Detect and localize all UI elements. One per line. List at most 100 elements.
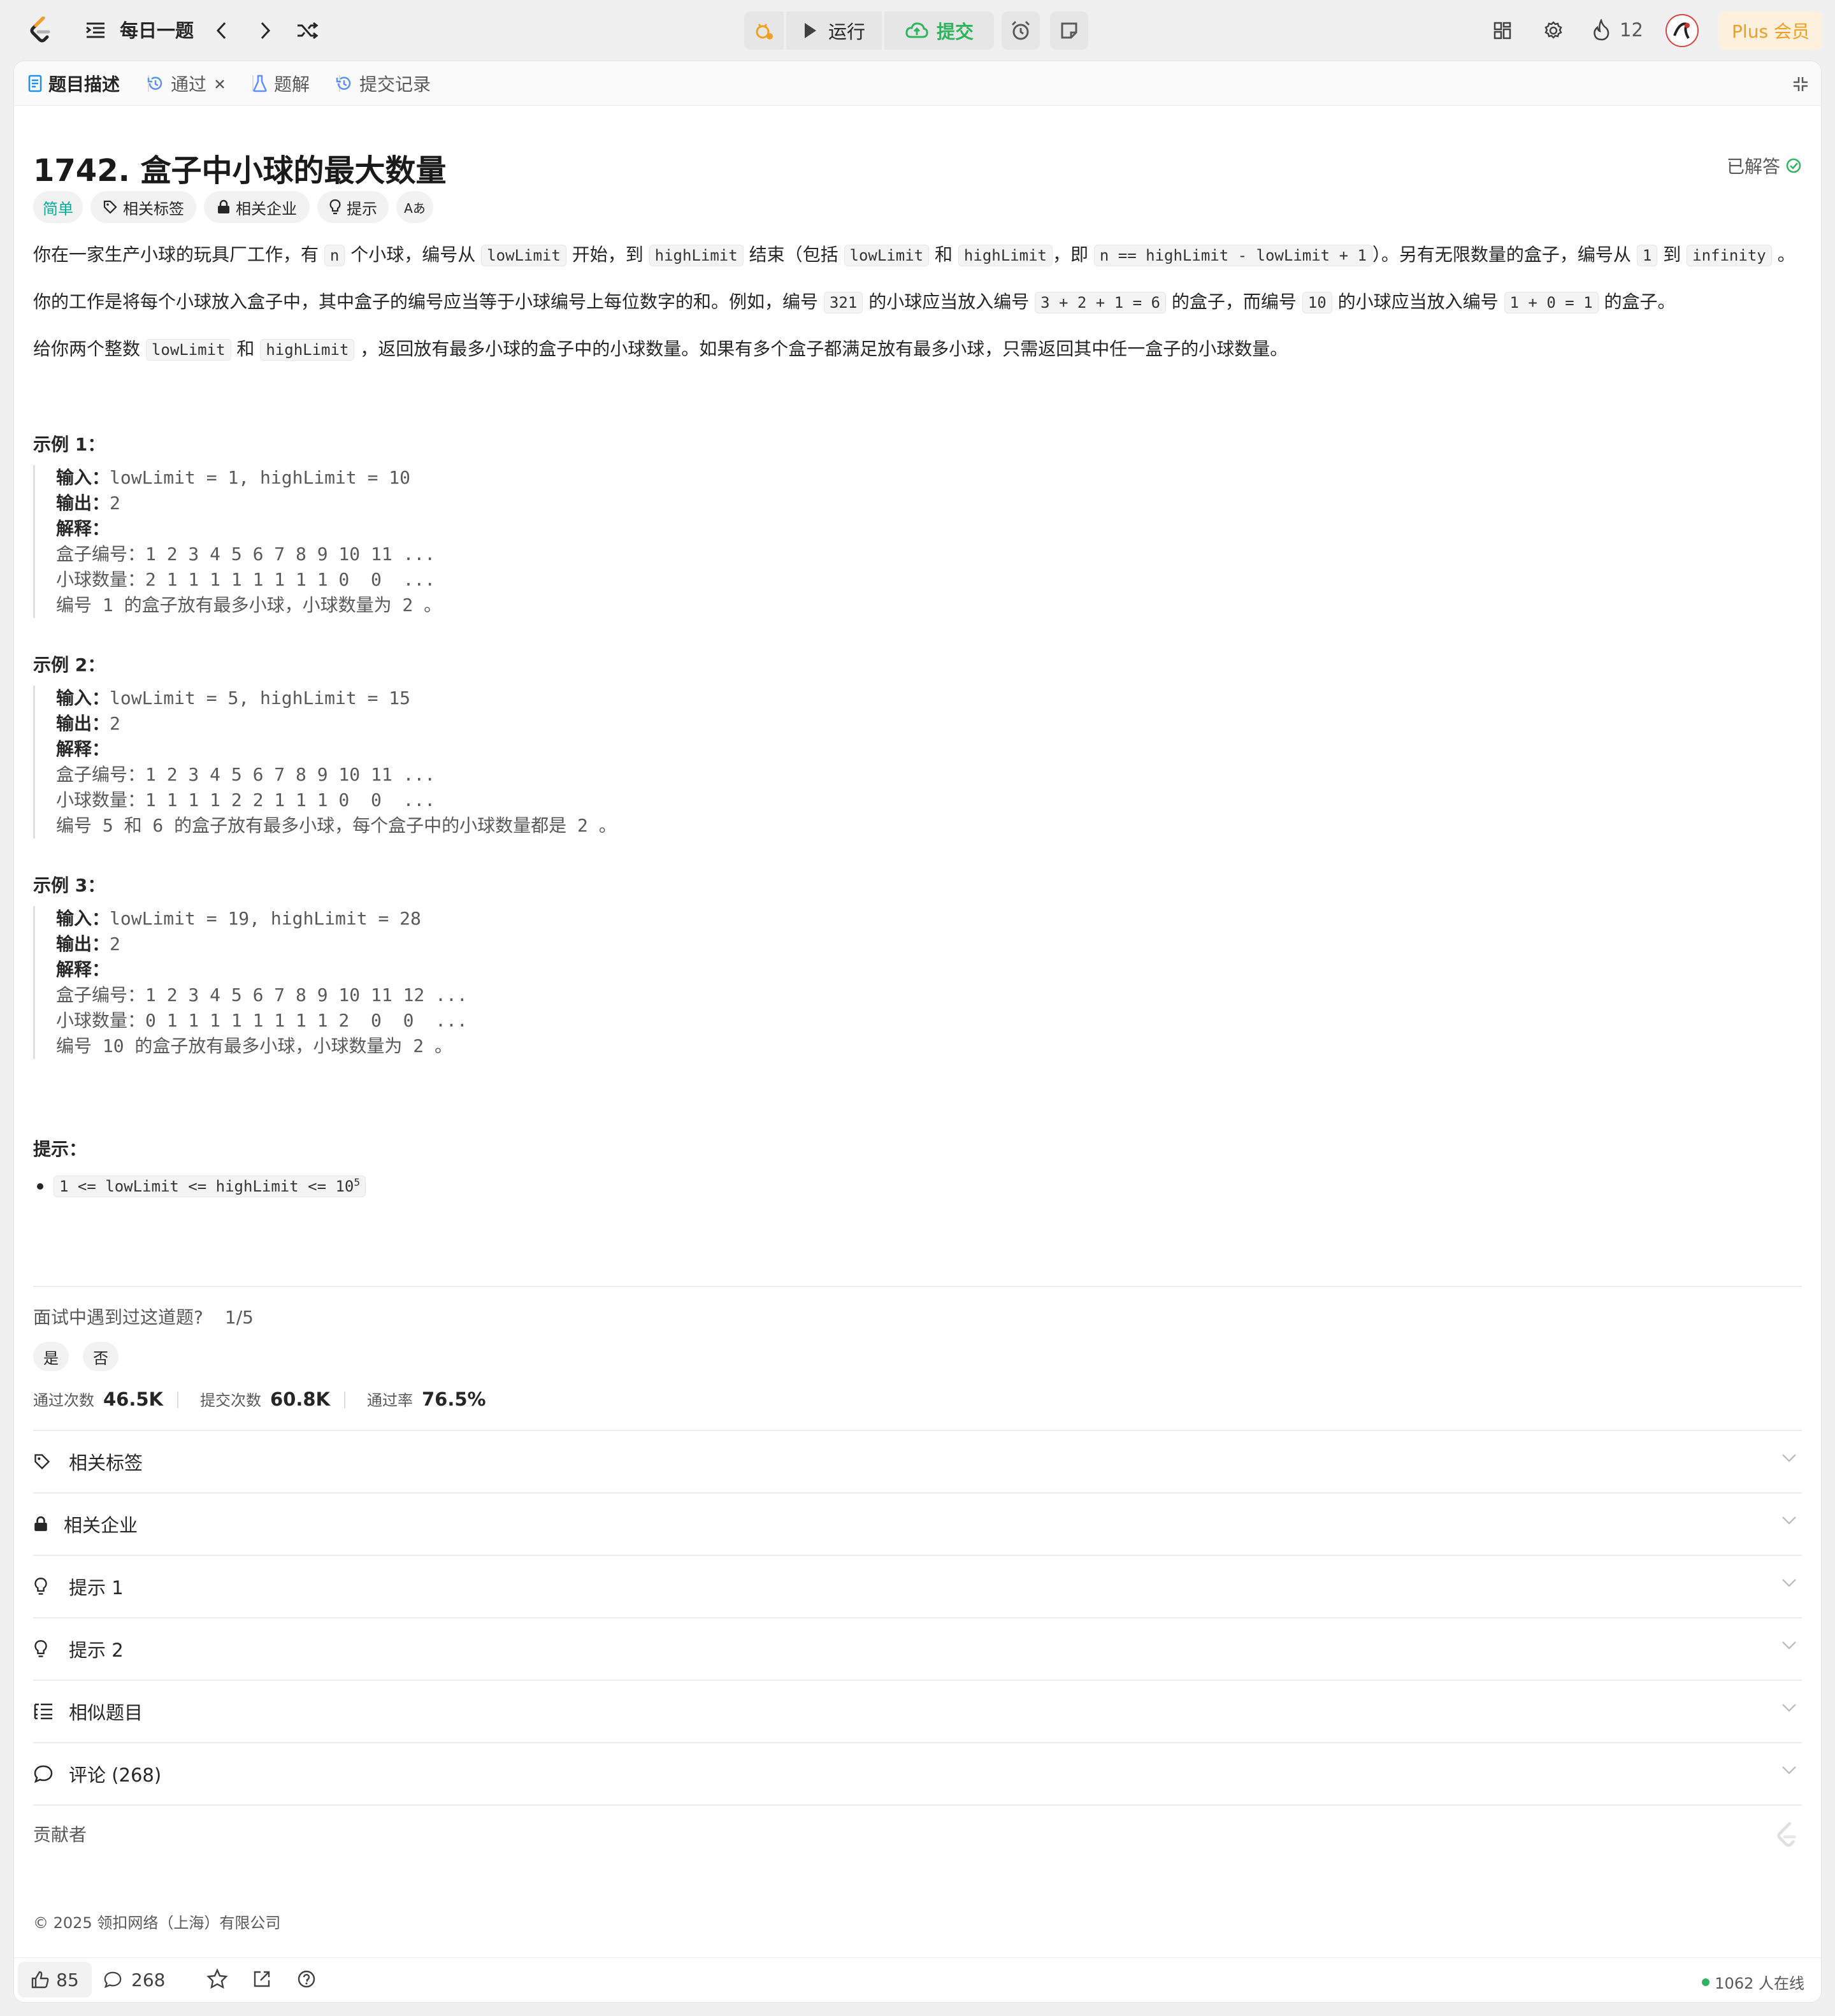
interview-question: 面试中遇到过这道题? 1/5	[33, 1307, 254, 1328]
interview-no-button[interactable]: 否	[83, 1342, 119, 1371]
bug-icon	[756, 24, 773, 40]
plus-membership-button[interactable]: Plus 会员	[1719, 11, 1822, 50]
leetcode-logo-icon[interactable]	[25, 15, 56, 46]
chevron-down-icon	[1781, 1640, 1797, 1653]
note-button[interactable]	[1050, 11, 1088, 50]
translate-icon: Aあ	[404, 200, 426, 216]
submit-button[interactable]: 提交	[884, 11, 994, 50]
copyright-text: © 2025 领扣网络（上海）有限公司	[33, 1914, 281, 1932]
comments-button[interactable]: 268	[103, 1962, 165, 1998]
example-2-block: 输入：lowLimit = 5, highLimit = 15 输出：2 解释：…	[33, 686, 670, 839]
chevron-down-icon	[1781, 1765, 1797, 1778]
tab-submissions[interactable]: 提交记录	[335, 61, 431, 106]
timer-button[interactable]	[1002, 11, 1040, 50]
accordion-hint-2[interactable]: 提示 2	[33, 1618, 1802, 1680]
run-button[interactable]: 运行	[786, 11, 882, 50]
flask-icon	[252, 75, 268, 92]
companies-chip[interactable]: 相关企业	[204, 191, 310, 223]
bullet	[37, 1183, 43, 1190]
footer-action-bar: 85 268 1062 人在线	[14, 1957, 1821, 2002]
streak-flame-icon[interactable]	[1590, 18, 1612, 42]
user-avatar[interactable]	[1666, 14, 1699, 47]
panel-tab-bar: 题目描述 通过 题解 提交记录	[14, 61, 1821, 106]
chevron-down-icon	[1781, 1515, 1797, 1528]
example-3-title: 示例 3：	[33, 875, 106, 896]
lock-icon	[217, 199, 231, 215]
description-paragraph-3: 给你两个整数 lowLimit 和 highLimit ，返回放有最多小球的盒子…	[33, 338, 1288, 361]
leetcode-watermark-icon	[1775, 1822, 1799, 1852]
accordion-topics[interactable]: 相关标签	[33, 1431, 1802, 1492]
submission-count: 提交次数 60.8K	[200, 1388, 331, 1410]
example-1-title: 示例 1：	[33, 434, 106, 455]
tab-solutions[interactable]: 题解	[252, 61, 310, 106]
tab-description[interactable]: 题目描述	[28, 61, 120, 106]
translate-chip[interactable]: Aあ	[396, 191, 433, 223]
difficulty-badge: 简单	[33, 191, 83, 223]
shuffle-icon[interactable]	[294, 18, 320, 43]
favorite-star-icon[interactable]	[206, 1968, 228, 1992]
play-icon	[804, 23, 816, 38]
collapse-panel-icon[interactable]	[1792, 75, 1810, 96]
description-paragraph-1: 你在一家生产小球的玩具厂工作，有 n 个小球，编号从 lowLimit 开始，到…	[33, 244, 1795, 266]
online-count: 1062 人在线	[1702, 1971, 1804, 1993]
help-icon[interactable]	[297, 1969, 316, 1991]
share-icon[interactable]	[252, 1969, 271, 1991]
daily-question-label[interactable]: 每日一题	[120, 22, 194, 40]
stat-divider	[177, 1392, 178, 1408]
history-icon	[335, 75, 353, 92]
accepted-count: 通过次数 46.5K	[33, 1388, 164, 1410]
hints-title: 提示：	[33, 1139, 87, 1160]
example-2-title: 示例 2：	[33, 654, 106, 675]
tab-accepted[interactable]: 通过	[147, 61, 226, 106]
accordion-companies[interactable]: 相关企业	[33, 1494, 1802, 1555]
chevron-down-icon	[1781, 1578, 1797, 1590]
cloud-upload-icon	[905, 22, 928, 38]
example-1-block: 输入：lowLimit = 1, highLimit = 10 输出：2 解释：…	[33, 465, 670, 618]
note-icon	[1061, 22, 1077, 39]
accordion-comments[interactable]: 评论 (268)	[33, 1743, 1802, 1804]
streak-count[interactable]: 12	[1620, 21, 1643, 40]
acceptance-rate: 通过率 76.5%	[367, 1388, 486, 1410]
close-tab-icon[interactable]	[214, 73, 226, 94]
lock-icon	[33, 1515, 59, 1533]
comment-icon	[33, 1764, 59, 1783]
prev-problem-icon[interactable]	[210, 19, 233, 42]
chevron-down-icon	[1781, 1453, 1797, 1465]
section-divider	[33, 1286, 1802, 1287]
check-circle-icon	[1785, 157, 1802, 174]
settings-gear-icon[interactable]	[1542, 19, 1565, 42]
alarm-clock-icon	[1011, 20, 1030, 40]
example-3-block: 输入：lowLimit = 19, highLimit = 28 输出：2 解释…	[33, 906, 670, 1059]
topics-chip[interactable]: 相关标签	[90, 191, 196, 223]
description-panel: 题目描述 通过 题解 提交记录 1742. 盒子中小球的最大数量 已解答 简单 …	[14, 61, 1821, 2002]
next-problem-icon[interactable]	[254, 19, 277, 42]
list-tree-icon	[33, 1703, 59, 1720]
history-icon	[147, 75, 164, 92]
top-bar: 每日一题 运行 提交 12 Plus 会员	[0, 0, 1835, 61]
hint-chip[interactable]: 提示	[317, 191, 389, 223]
section-divider	[33, 1804, 1802, 1806]
lightbulb-icon	[329, 199, 342, 215]
debug-button[interactable]	[744, 11, 784, 50]
online-dot	[1702, 1978, 1710, 1986]
like-button[interactable]: 85	[18, 1962, 92, 1998]
solved-status: 已解答	[1727, 153, 1802, 178]
chevron-down-icon	[1781, 1703, 1797, 1715]
accordion-similar[interactable]: 相似题目	[33, 1681, 1802, 1742]
problem-list-icon[interactable]	[84, 19, 107, 42]
stat-divider	[344, 1392, 345, 1408]
layout-icon[interactable]	[1491, 19, 1514, 42]
comment-icon	[104, 1971, 122, 1989]
tag-icon	[103, 199, 118, 215]
tag-icon	[33, 1453, 59, 1471]
accordion-hint-1[interactable]: 提示 1	[33, 1556, 1802, 1617]
description-paragraph-2: 你的工作是将每个小球放入盒子中，其中盒子的编号应当等于小球编号上每位数字的和。例…	[33, 291, 1676, 313]
page-title: 1742. 盒子中小球的最大数量	[33, 153, 447, 189]
constraint-item: 1 <= lowLimit <= highLimit <= 105	[37, 1170, 366, 1199]
lightbulb-icon	[33, 1577, 59, 1596]
thumbs-up-icon	[31, 1971, 49, 1989]
run-submit-group: 运行 提交	[744, 11, 994, 50]
interview-yes-button[interactable]: 是	[33, 1342, 69, 1371]
lightbulb-icon	[33, 1639, 59, 1659]
contributors-label: 贡献者	[33, 1824, 87, 1845]
